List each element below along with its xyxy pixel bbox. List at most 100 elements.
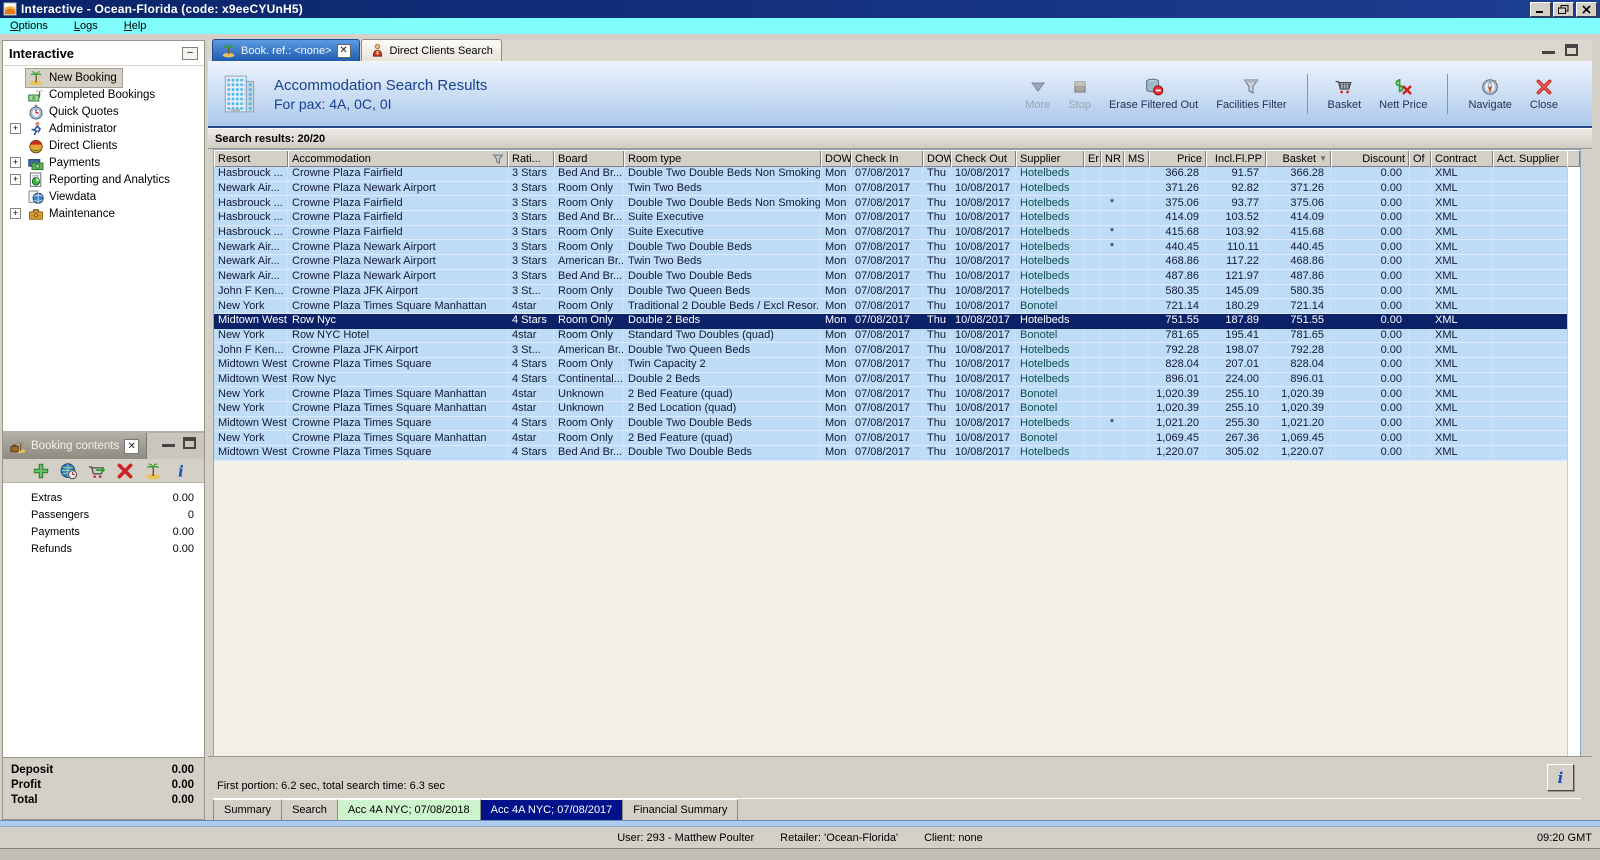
table-row[interactable]: Newark Air... Crowne Plaza Newark Airport… bbox=[214, 181, 1569, 197]
tab-book-ref-none[interactable]: Book. ref.: <none> ✕ bbox=[212, 39, 360, 61]
table-row[interactable]: Newark Air... Crowne Plaza Newark Airport… bbox=[214, 269, 1569, 285]
expand-toggle-icon[interactable]: + bbox=[10, 208, 21, 219]
tree-item-body: Quick Quotes bbox=[26, 103, 124, 121]
cell-check-out: 10/08/2017 bbox=[951, 255, 1016, 270]
info-button[interactable]: i bbox=[172, 462, 190, 479]
table-row[interactable]: Midtown West Crowne Plaza Times Square 4 S… bbox=[214, 357, 1569, 373]
sort-desc-icon: ▼ bbox=[1319, 154, 1327, 163]
table-row[interactable]: Hasbrouck ... Crowne Plaza Fairfield 3 Sta… bbox=[214, 225, 1569, 241]
column-header-ms[interactable]: MS bbox=[1124, 150, 1149, 167]
panel-maximize-button[interactable] bbox=[1565, 44, 1578, 56]
column-header-price[interactable]: Price bbox=[1149, 150, 1206, 167]
vertical-scrollbar[interactable] bbox=[1567, 167, 1580, 756]
nett-price-button[interactable]: Nett Price bbox=[1373, 75, 1433, 113]
sidebar-item-payments[interactable]: + Payments bbox=[3, 154, 204, 171]
sidebar-item-completed-bookings[interactable]: Completed Bookings bbox=[3, 86, 204, 103]
cell-discount: 0.00 bbox=[1331, 431, 1409, 447]
expand-toggle-icon[interactable]: + bbox=[10, 174, 21, 185]
add-item-button[interactable] bbox=[32, 462, 50, 480]
table-row[interactable]: New York Crowne Plaza Times Square Manhat… bbox=[214, 431, 1569, 447]
window-close-button[interactable] bbox=[1576, 1, 1597, 17]
menu-item-logs[interactable]: Logs bbox=[72, 19, 108, 34]
facilities-filter-button[interactable]: Facilities Filter bbox=[1210, 75, 1292, 113]
tab-direct-clients-search[interactable]: Direct Clients Search bbox=[360, 39, 502, 61]
column-header-rati[interactable]: Rati... bbox=[508, 150, 554, 167]
cell-of bbox=[1409, 211, 1431, 226]
bottom-tab-search[interactable]: Search bbox=[282, 799, 338, 820]
column-header-inner: Contract bbox=[1435, 153, 1489, 165]
table-row[interactable]: Midtown West Crowne Plaza Times Square 4 S… bbox=[214, 446, 1569, 461]
sidebar-item-direct-clients[interactable]: Direct Clients bbox=[3, 137, 204, 154]
column-header-act-supplier[interactable]: Act. Supplier bbox=[1493, 150, 1569, 167]
column-header-check-in[interactable]: Check In bbox=[851, 150, 923, 167]
column-header-incl-fl-pp[interactable]: Incl.Fl.PP bbox=[1206, 150, 1266, 167]
close-button[interactable]: Close bbox=[1524, 75, 1564, 113]
sidebar-item-viewdata[interactable]: Viewdata bbox=[3, 188, 204, 205]
holiday-button[interactable] bbox=[144, 462, 162, 480]
bottom-tab-summary[interactable]: Summary bbox=[213, 799, 283, 820]
table-row[interactable]: Newark Air... Crowne Plaza Newark Airport… bbox=[214, 240, 1569, 256]
quote-button[interactable] bbox=[60, 462, 78, 480]
expand-toggle-icon[interactable]: + bbox=[10, 157, 21, 168]
column-header-resort[interactable]: Resort bbox=[214, 150, 288, 167]
cell-act-supplier bbox=[1493, 431, 1569, 447]
table-row[interactable]: New York Crowne Plaza Times Square Manhat… bbox=[214, 299, 1569, 314]
bottom-tab-acc-4a-nyc-07-08-2018[interactable]: Acc 4A NYC; 07/08/2018 bbox=[337, 799, 481, 820]
sidebar-item-quick-quotes[interactable]: Quick Quotes bbox=[3, 103, 204, 120]
expand-toggle-icon[interactable]: + bbox=[10, 123, 21, 134]
move-to-basket-button[interactable] bbox=[88, 462, 106, 480]
booking-contents-tab[interactable]: Booking contents ✕ bbox=[3, 433, 148, 459]
window-minimize-button[interactable] bbox=[1530, 1, 1551, 17]
table-row[interactable]: New York Crowne Plaza Times Square Manhat… bbox=[214, 402, 1569, 417]
navigate-button[interactable]: Navigate bbox=[1462, 75, 1517, 113]
column-header-room-type[interactable]: Room type bbox=[624, 150, 821, 167]
main-panel: Book. ref.: <none> ✕ Direct Clients Search… bbox=[208, 39, 1592, 820]
table-row[interactable]: Midtown West Row Nyc 4 Stars Room Only Doubl… bbox=[214, 313, 1569, 329]
column-header-supplier[interactable]: Supplier bbox=[1016, 150, 1084, 167]
cell-er bbox=[1084, 343, 1101, 358]
erase-filtered-out-button[interactable]: Erase Filtered Out bbox=[1103, 75, 1204, 113]
table-row[interactable]: Hasbrouck ... Crowne Plaza Fairfield 3 Sta… bbox=[214, 211, 1569, 226]
cell-contract: XML bbox=[1431, 416, 1493, 432]
column-header-dow[interactable]: DOW bbox=[821, 150, 851, 167]
column-header-board[interactable]: Board bbox=[554, 150, 624, 167]
info-button[interactable]: i bbox=[1547, 764, 1574, 791]
sidebar-item-administrator[interactable]: + Administrator bbox=[3, 120, 204, 137]
column-header-dow[interactable]: DOW bbox=[923, 150, 951, 167]
bottom-tab-acc-4a-nyc-07-08-2017[interactable]: Acc 4A NYC; 07/08/2017 bbox=[480, 799, 624, 820]
table-row[interactable]: John F Ken... Crowne Plaza JFK Airport 3 S… bbox=[214, 284, 1569, 300]
column-header-check-out[interactable]: Check Out bbox=[951, 150, 1016, 167]
delete-button[interactable] bbox=[116, 462, 134, 480]
column-header-er[interactable]: Er bbox=[1084, 150, 1101, 167]
sidebar-collapse-button[interactable]: – bbox=[182, 46, 198, 60]
column-header-contract[interactable]: Contract bbox=[1431, 150, 1493, 167]
column-header-accommodation[interactable]: Accommodation bbox=[288, 150, 508, 167]
menu-item-options[interactable]: Options bbox=[8, 19, 58, 34]
bottom-tab-financial-summary[interactable]: Financial Summary bbox=[623, 799, 739, 820]
cell-contract: XML bbox=[1431, 225, 1493, 241]
column-header-discount[interactable]: Discount bbox=[1331, 150, 1409, 167]
column-header-nr[interactable]: NR bbox=[1101, 150, 1124, 167]
basket-button[interactable]: Basket bbox=[1322, 75, 1368, 113]
sidebar-item-maintenance[interactable]: + Maintenance bbox=[3, 205, 204, 222]
table-row[interactable]: John F Ken... Crowne Plaza JFK Airport 3 S… bbox=[214, 343, 1569, 358]
table-row[interactable]: Hasbrouck ... Crowne Plaza Fairfield 3 Sta… bbox=[214, 196, 1569, 212]
menu-item-help[interactable]: Help bbox=[122, 19, 157, 34]
tab-close-icon[interactable]: ✕ bbox=[336, 43, 351, 58]
table-row[interactable]: Hasbrouck ... Crowne Plaza Fairfield 3 Sta… bbox=[214, 167, 1569, 182]
column-header-of[interactable]: Of bbox=[1409, 150, 1431, 167]
sidebar-item-new-booking[interactable]: New Booking bbox=[3, 67, 204, 88]
booking-panel-maximize-button[interactable] bbox=[183, 437, 196, 449]
booking-panel-minimize-button[interactable] bbox=[162, 437, 175, 447]
table-row[interactable]: Newark Air... Crowne Plaza Newark Airport… bbox=[214, 255, 1569, 270]
sidebar-item-reporting-and-analytics[interactable]: + Reporting and Analytics bbox=[3, 171, 204, 188]
table-row[interactable]: New York Crowne Plaza Times Square Manhat… bbox=[214, 387, 1569, 402]
booking-contents-close-icon[interactable]: ✕ bbox=[124, 438, 140, 454]
menu-bar: Options Logs Help bbox=[0, 18, 1600, 37]
panel-minimize-button[interactable] bbox=[1542, 44, 1555, 54]
table-row[interactable]: Midtown West Crowne Plaza Times Square 4 S… bbox=[214, 416, 1569, 432]
table-row[interactable]: New York Row NYC Hotel 4star Room Only Stand… bbox=[214, 328, 1569, 344]
table-row[interactable]: Midtown West Row Nyc 4 Stars Continental...… bbox=[214, 372, 1569, 388]
column-header-basket[interactable]: Basket ▼ bbox=[1266, 150, 1331, 167]
window-restore-button[interactable] bbox=[1553, 1, 1574, 17]
